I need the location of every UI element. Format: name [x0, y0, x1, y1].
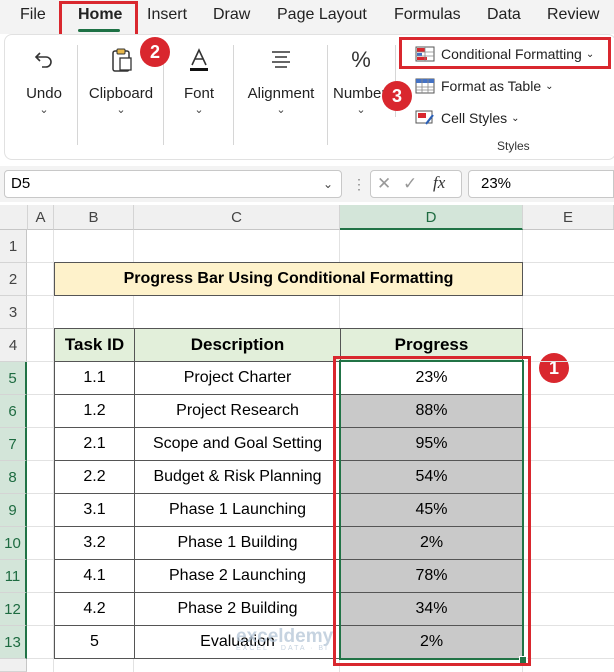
task-id-cell[interactable]: 1.2 — [54, 394, 135, 428]
enter-icon[interactable]: ✓ — [403, 174, 417, 194]
alignment-group[interactable]: Alignment ⌄ — [237, 35, 325, 159]
undo-label: Undo — [26, 85, 62, 102]
name-box[interactable]: D5 ⌄ — [4, 170, 342, 198]
format-as-table-button[interactable]: Format as Table ⌄ — [415, 73, 554, 99]
format-as-table-icon — [415, 78, 435, 94]
formula-buttons: ✕ ✓ fx — [370, 170, 462, 198]
formula-bar: D5 ⌄ ⋮ ✕ ✓ fx 23% — [0, 166, 614, 202]
percent-icon: % — [351, 47, 371, 72]
tab-insert[interactable]: Insert — [147, 6, 187, 24]
watermark-tagline: EXCEL · DATA · BI — [236, 645, 329, 652]
step-badge-2: 2 — [140, 37, 170, 67]
tab-formulas[interactable]: Formulas — [394, 6, 461, 24]
step-badge-3: 3 — [382, 81, 412, 111]
row-header-14[interactable] — [0, 659, 27, 672]
cell-styles-button[interactable]: Cell Styles ⌄ — [415, 105, 520, 131]
task-id-cell[interactable]: 3.1 — [54, 493, 135, 527]
chevron-down-icon: ⌄ — [545, 80, 554, 92]
column-header-b[interactable]: B — [54, 205, 134, 230]
formula-input[interactable]: 23% — [468, 170, 614, 198]
chevron-down-icon: ⌄ — [511, 112, 520, 124]
row-header-8[interactable]: 8 — [0, 461, 27, 494]
conditional-formatting-highlight — [399, 37, 611, 69]
name-box-value: D5 — [11, 175, 31, 192]
description-cell[interactable]: Scope and Goal Setting — [134, 427, 341, 461]
row-header-6[interactable]: 6 — [0, 395, 27, 428]
column-header-e[interactable]: E — [523, 205, 614, 230]
task-id-cell[interactable]: 5 — [54, 625, 135, 659]
clipboard-label: Clipboard — [88, 85, 154, 102]
header-task-id[interactable]: Task ID — [54, 328, 135, 362]
task-id-cell[interactable]: 1.1 — [54, 361, 135, 395]
header-description[interactable]: Description — [134, 328, 341, 362]
row-header-12[interactable]: 12 — [0, 593, 27, 626]
undo-group[interactable]: Undo ⌄ — [13, 35, 75, 159]
worksheet-grid: A B C D E 1 2 3 4 5 6 7 8 9 10 11 12 13 … — [0, 205, 614, 672]
divider — [77, 45, 78, 145]
row-header-7[interactable]: 7 — [0, 428, 27, 461]
row-header-1[interactable]: 1 — [0, 230, 27, 263]
cancel-icon[interactable]: ✕ — [377, 174, 391, 194]
sheet-title[interactable]: Progress Bar Using Conditional Formattin… — [54, 262, 523, 296]
home-tab-highlight — [59, 1, 138, 38]
tab-page-layout[interactable]: Page Layout — [277, 6, 367, 24]
tab-review[interactable]: Review — [547, 6, 599, 24]
styles-group-label: Styles — [497, 139, 530, 153]
chevron-down-icon: ⌄ — [356, 104, 366, 116]
row-header-13[interactable]: 13 — [0, 626, 27, 659]
description-cell[interactable]: Phase 2 Launching — [134, 559, 341, 593]
chevron-down-icon: ⌄ — [116, 104, 126, 116]
row-header-9[interactable]: 9 — [0, 494, 27, 527]
description-cell[interactable]: Project Research — [134, 394, 341, 428]
clipboard-icon — [109, 47, 133, 78]
task-id-cell[interactable]: 2.1 — [54, 427, 135, 461]
task-id-cell[interactable]: 4.1 — [54, 559, 135, 593]
row-header-10[interactable]: 10 — [0, 527, 27, 560]
tab-data[interactable]: Data — [487, 6, 521, 24]
more-options-icon[interactable]: ⋮ — [352, 176, 367, 193]
task-id-cell[interactable]: 2.2 — [54, 460, 135, 494]
description-cell[interactable]: Phase 1 Launching — [134, 493, 341, 527]
chevron-down-icon: ⌄ — [194, 104, 204, 116]
task-id-cell[interactable]: 3.2 — [54, 526, 135, 560]
description-cell[interactable]: Phase 1 Building — [134, 526, 341, 560]
row-header-11[interactable]: 11 — [0, 560, 27, 593]
row-header-5[interactable]: 5 — [0, 362, 27, 395]
select-all-corner[interactable] — [0, 205, 28, 230]
progress-range-highlight — [333, 356, 531, 666]
row-header-2[interactable]: 2 — [0, 263, 27, 296]
row-header-3[interactable]: 3 — [0, 296, 27, 329]
column-header-c[interactable]: C — [134, 205, 340, 230]
column-header-a[interactable]: A — [28, 205, 54, 230]
column-header-d[interactable]: D — [340, 205, 523, 230]
tab-draw[interactable]: Draw — [213, 6, 250, 24]
row-header-4[interactable]: 4 — [0, 329, 27, 362]
font-icon — [187, 47, 211, 78]
watermark-name: exceldemy — [236, 626, 334, 647]
cell-styles-icon — [415, 110, 434, 125]
divider — [327, 45, 328, 145]
font-group[interactable]: Font ⌄ — [167, 35, 231, 159]
undo-icon — [32, 47, 56, 76]
task-id-cell[interactable]: 4.2 — [54, 592, 135, 626]
insert-function-icon[interactable]: fx — [433, 173, 445, 193]
chevron-down-icon[interactable]: ⌄ — [323, 171, 333, 197]
alignment-icon — [269, 47, 293, 76]
font-label: Font — [183, 85, 214, 102]
chevron-down-icon: ⌄ — [39, 104, 49, 116]
chevron-down-icon: ⌄ — [276, 104, 286, 116]
format-as-table-label: Format as Table — [441, 78, 542, 94]
description-cell[interactable]: Budget & Risk Planning — [134, 460, 341, 494]
tab-file[interactable]: File — [20, 6, 46, 24]
alignment-label: Alignment — [247, 85, 315, 102]
description-cell[interactable]: Project Charter — [134, 361, 341, 395]
divider — [233, 45, 234, 145]
watermark-logo: exceldemy EXCEL · DATA · BI — [236, 626, 333, 652]
cell-styles-label: Cell Styles — [441, 110, 508, 126]
description-cell[interactable]: Phase 2 Building — [134, 592, 341, 626]
